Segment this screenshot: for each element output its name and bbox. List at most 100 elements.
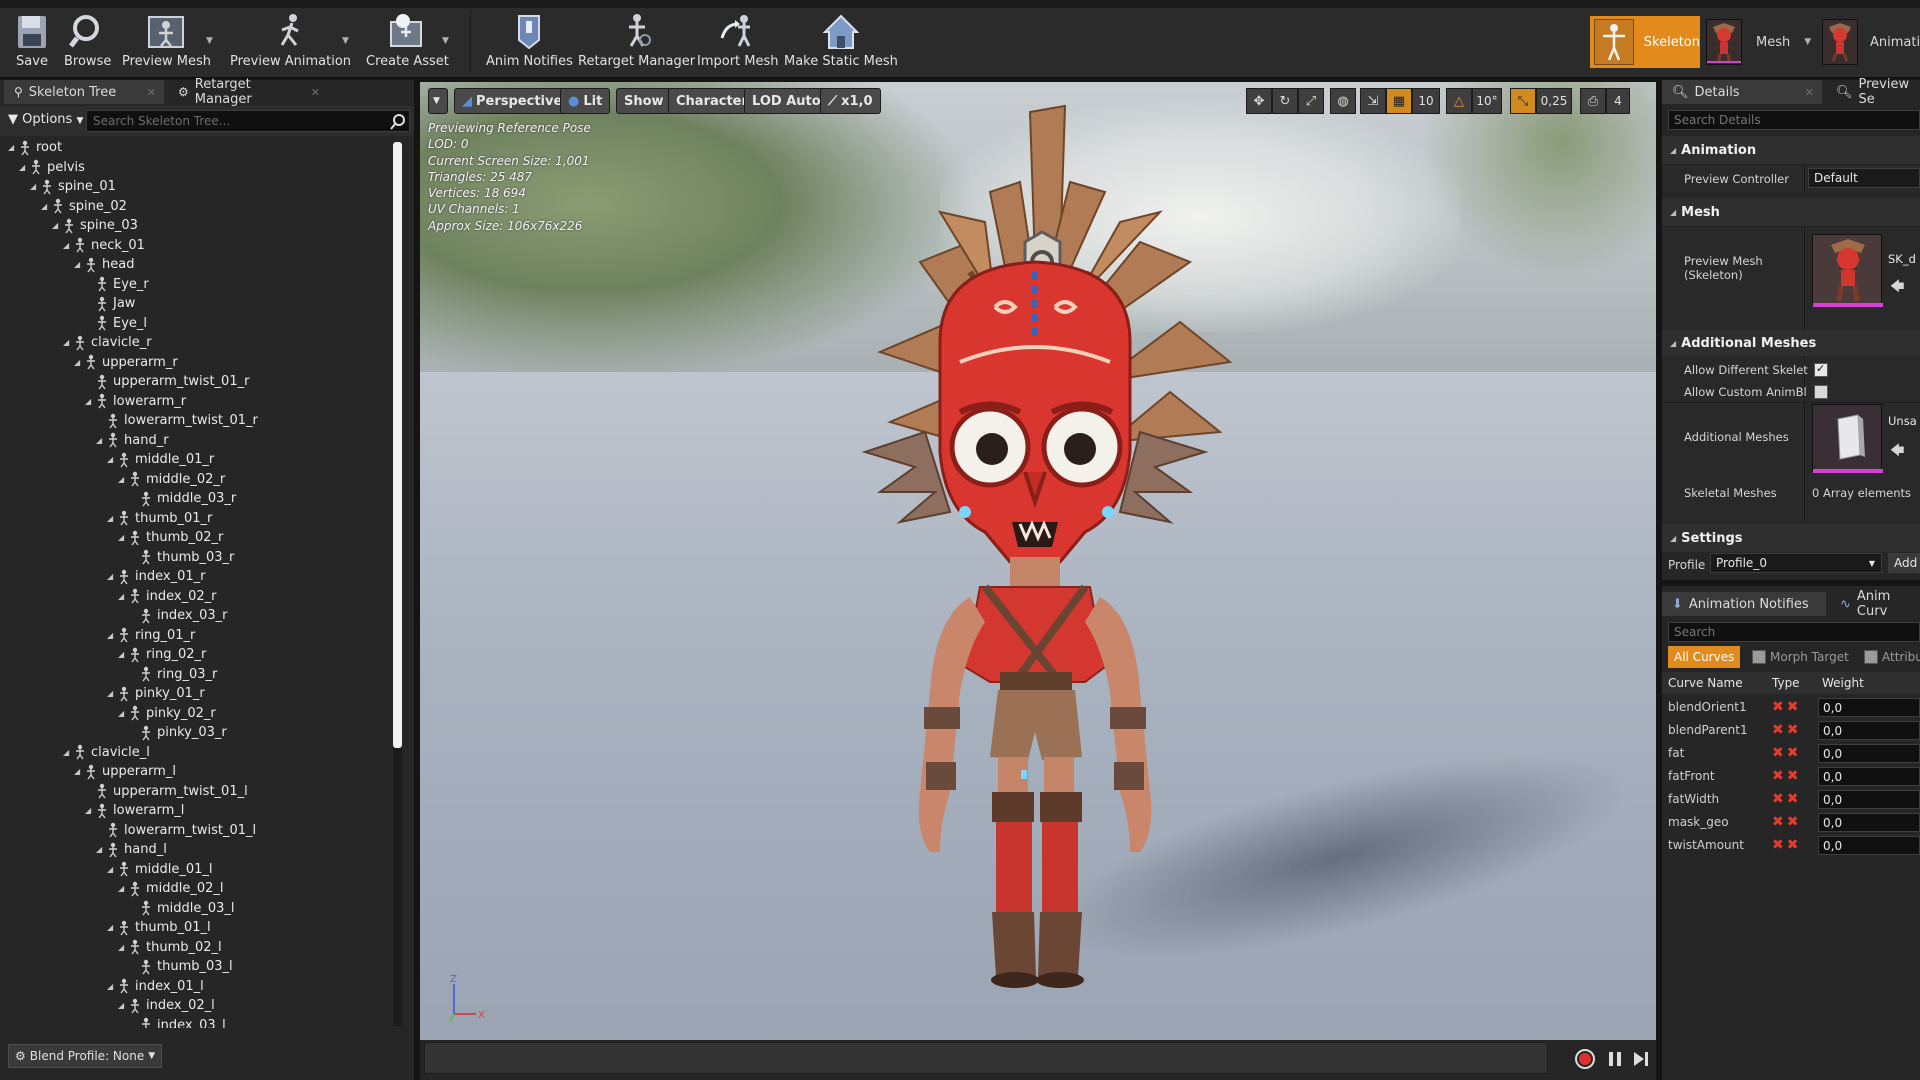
rotation-snap-icon[interactable]: △ [1446, 88, 1472, 114]
import-mesh-button[interactable]: Import Mesh [697, 12, 779, 74]
expand-arrow-icon[interactable]: ◢ [19, 163, 29, 172]
tree-row[interactable]: ◢ index_02_l [118, 996, 215, 1015]
expand-arrow-icon[interactable]: ◢ [63, 338, 73, 347]
curve-weight-field[interactable]: 0,0 [1818, 790, 1920, 809]
tree-row[interactable]: ◢ ring_01_r [107, 626, 195, 645]
tree-row[interactable]: ring_03_r [129, 665, 217, 684]
column-header-name[interactable]: Curve Name [1668, 676, 1743, 690]
step-forward-icon[interactable] [1630, 1048, 1652, 1070]
tree-row[interactable]: middle_03_l [129, 899, 235, 918]
expand-arrow-icon[interactable]: ◢ [41, 202, 51, 211]
grid-snap-icon[interactable]: ▦ [1386, 88, 1412, 114]
curve-weight-field[interactable]: 0,0 [1818, 744, 1920, 763]
expand-arrow-icon[interactable]: ◢ [118, 650, 128, 659]
tree-row[interactable]: ◢ index_02_r [118, 587, 216, 606]
translate-icon[interactable]: ✥ [1246, 88, 1272, 114]
tree-row[interactable]: upperarm_twist_01_l [85, 782, 248, 801]
column-header-weight[interactable]: Weight [1822, 676, 1864, 690]
tree-row[interactable]: ◢ pinky_02_r [118, 704, 216, 723]
scale-snap-value[interactable]: 0,25 [1536, 88, 1572, 114]
curve-row[interactable]: fatFront ✖✖ 0,0 [1662, 765, 1920, 788]
curve-type-icons[interactable]: ✖✖ [1772, 745, 1801, 761]
tree-row[interactable]: ◢ middle_01_r [107, 450, 214, 469]
attribute-checkbox[interactable] [1864, 650, 1878, 664]
rotation-snap-value[interactable]: 10° [1472, 88, 1502, 114]
expand-arrow-icon[interactable]: ◢ [74, 358, 84, 367]
tree-row[interactable]: ◢ clavicle_l [63, 743, 150, 762]
perspective-button[interactable]: ◢ Perspective [454, 88, 571, 114]
add-profile-button[interactable]: Add [1888, 553, 1920, 573]
preview-controller-dropdown[interactable]: Default [1808, 168, 1920, 188]
expand-arrow-icon[interactable]: ◢ [74, 260, 84, 269]
tree-row[interactable]: ◢ neck_01 [63, 236, 145, 255]
tree-row[interactable]: middle_03_r [129, 489, 236, 508]
coordinate-space-icon[interactable]: ◍ [1330, 88, 1356, 114]
tree-row[interactable]: thumb_03_l [129, 957, 233, 976]
expand-arrow-icon[interactable]: ◢ [107, 455, 117, 464]
curve-row[interactable]: blendParent1 ✖✖ 0,0 [1662, 719, 1920, 742]
expand-arrow-icon[interactable]: ◢ [118, 533, 128, 542]
tree-row[interactable]: pinky_03_r [129, 723, 227, 742]
tree-row[interactable]: Eye_l [85, 314, 147, 333]
viewport-options-dropdown[interactable]: ▼ [428, 88, 448, 114]
pause-icon[interactable] [1604, 1048, 1626, 1070]
tree-row[interactable]: ◢ ring_02_r [118, 645, 206, 664]
curve-type-icons[interactable]: ✖✖ [1772, 768, 1801, 784]
expand-arrow-icon[interactable]: ◢ [118, 475, 128, 484]
tree-row[interactable]: upperarm_twist_01_r [85, 372, 249, 391]
tree-row[interactable]: ◢ clavicle_r [63, 333, 152, 352]
tree-row[interactable]: ◢ pelvis [19, 158, 85, 177]
blend-profile-dropdown[interactable]: ⚙ Blend Profile: None ▼ [8, 1044, 163, 1068]
tree-row[interactable]: ◢ thumb_02_r [118, 528, 223, 547]
mesh-mode-dropdown-icon[interactable]: ▼ [1804, 37, 1811, 47]
character-mesh[interactable] [820, 92, 1240, 1032]
morph-target-checkbox[interactable] [1752, 650, 1766, 664]
curve-type-icons[interactable]: ✖✖ [1772, 814, 1801, 830]
preview-mesh-dropdown-icon[interactable]: ▼ [206, 36, 213, 46]
close-icon[interactable]: ✕ [311, 86, 320, 99]
expand-arrow-icon[interactable]: ◢ [118, 943, 128, 952]
tree-row[interactable]: Eye_r [85, 275, 149, 294]
tab-retarget-manager[interactable]: ⚙ Retarget Manager ✕ [168, 77, 328, 107]
curve-weight-field[interactable]: 0,0 [1818, 721, 1920, 740]
tree-row[interactable]: ◢ pinky_01_r [107, 684, 205, 703]
expand-arrow-icon[interactable]: ◢ [107, 689, 117, 698]
preview-animation-dropdown-icon[interactable]: ▼ [342, 36, 349, 46]
scale-snap-icon[interactable]: ⤡ [1510, 88, 1536, 114]
tree-row[interactable]: ◢ spine_02 [41, 197, 127, 216]
tree-row[interactable]: ◢ index_01_l [107, 977, 204, 996]
tree-row[interactable]: thumb_03_r [129, 548, 234, 567]
create-asset-dropdown-icon[interactable]: ▼ [442, 36, 449, 46]
expand-arrow-icon[interactable]: ◢ [107, 572, 117, 581]
tree-row[interactable]: index_03_l [129, 1016, 226, 1028]
tree-row[interactable]: ◢ index_01_r [107, 567, 205, 586]
tree-row[interactable]: lowerarm_twist_01_r [96, 411, 258, 430]
make-static-mesh-button[interactable]: Make Static Mesh [784, 12, 898, 74]
tab-preview-scene[interactable]: 🔍︎ Preview Se [1826, 77, 1920, 107]
use-selected-arrow-icon[interactable]: 🡄 [1890, 276, 1904, 300]
expand-arrow-icon[interactable]: ◢ [85, 806, 95, 815]
panel-splitter[interactable] [1662, 580, 1920, 586]
expand-arrow-icon[interactable]: ◢ [118, 884, 128, 893]
tree-row[interactable]: ◢ spine_03 [52, 216, 138, 235]
curve-weight-field[interactable]: 0,0 [1818, 813, 1920, 832]
curve-weight-field[interactable]: 0,0 [1818, 767, 1920, 786]
use-selected-arrow-icon[interactable]: 🡄 [1890, 440, 1904, 464]
curve-row[interactable]: mask_geo ✖✖ 0,0 [1662, 811, 1920, 834]
tab-anim-curves[interactable]: ∿ Anim Curv [1830, 589, 1920, 619]
tree-row[interactable]: ◢ hand_r [96, 431, 169, 450]
anim-notifies-button[interactable]: Anim Notifies [486, 12, 573, 74]
allow-custom-animbp-checkbox[interactable] [1814, 385, 1828, 399]
tree-row[interactable]: ◢ thumb_02_l [118, 938, 222, 957]
expand-arrow-icon[interactable]: ◢ [85, 397, 95, 406]
animation-mode-button[interactable]: Animati [1822, 16, 1920, 68]
grid-snap-value[interactable]: 10 [1412, 88, 1440, 114]
curve-row[interactable]: twistAmount ✖✖ 0,0 [1662, 834, 1920, 857]
curve-type-icons[interactable]: ✖✖ [1772, 837, 1801, 853]
retarget-manager-button[interactable]: Retarget Manager [578, 12, 695, 74]
expand-arrow-icon[interactable]: ◢ [107, 631, 117, 640]
expand-arrow-icon[interactable]: ◢ [118, 592, 128, 601]
options-dropdown[interactable]: ▼ Options ▼ [8, 112, 83, 127]
tree-row[interactable]: ◢ root [8, 138, 62, 157]
tree-row[interactable]: ◢ thumb_01_l [107, 918, 211, 937]
